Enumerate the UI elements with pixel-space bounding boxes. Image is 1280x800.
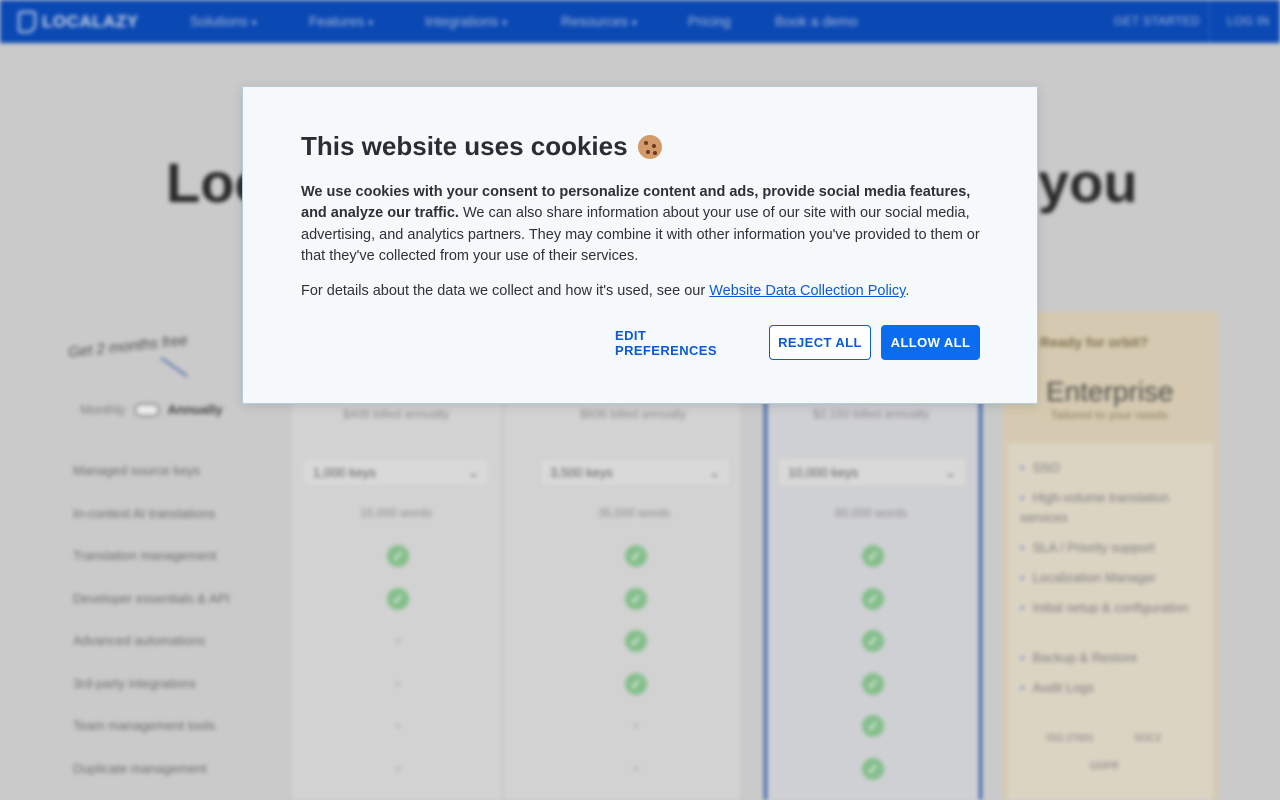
cookie-dialog-body: We use cookies with your consent to pers… [301,182,981,267]
edit-preferences-button[interactable]: EDIT PREFERENCES [615,325,751,360]
cookie-dialog: This website uses cookies We use cookies… [242,86,1038,404]
allow-all-button[interactable]: ALLOW ALL [881,325,980,360]
reject-all-button[interactable]: REJECT ALL [769,325,871,360]
cookie-details: For details about the data we collect an… [301,283,910,299]
cookie-dialog-title: This website uses cookies [301,131,662,162]
cookie-icon [637,134,662,159]
data-collection-policy-link[interactable]: Website Data Collection Policy [709,283,905,299]
